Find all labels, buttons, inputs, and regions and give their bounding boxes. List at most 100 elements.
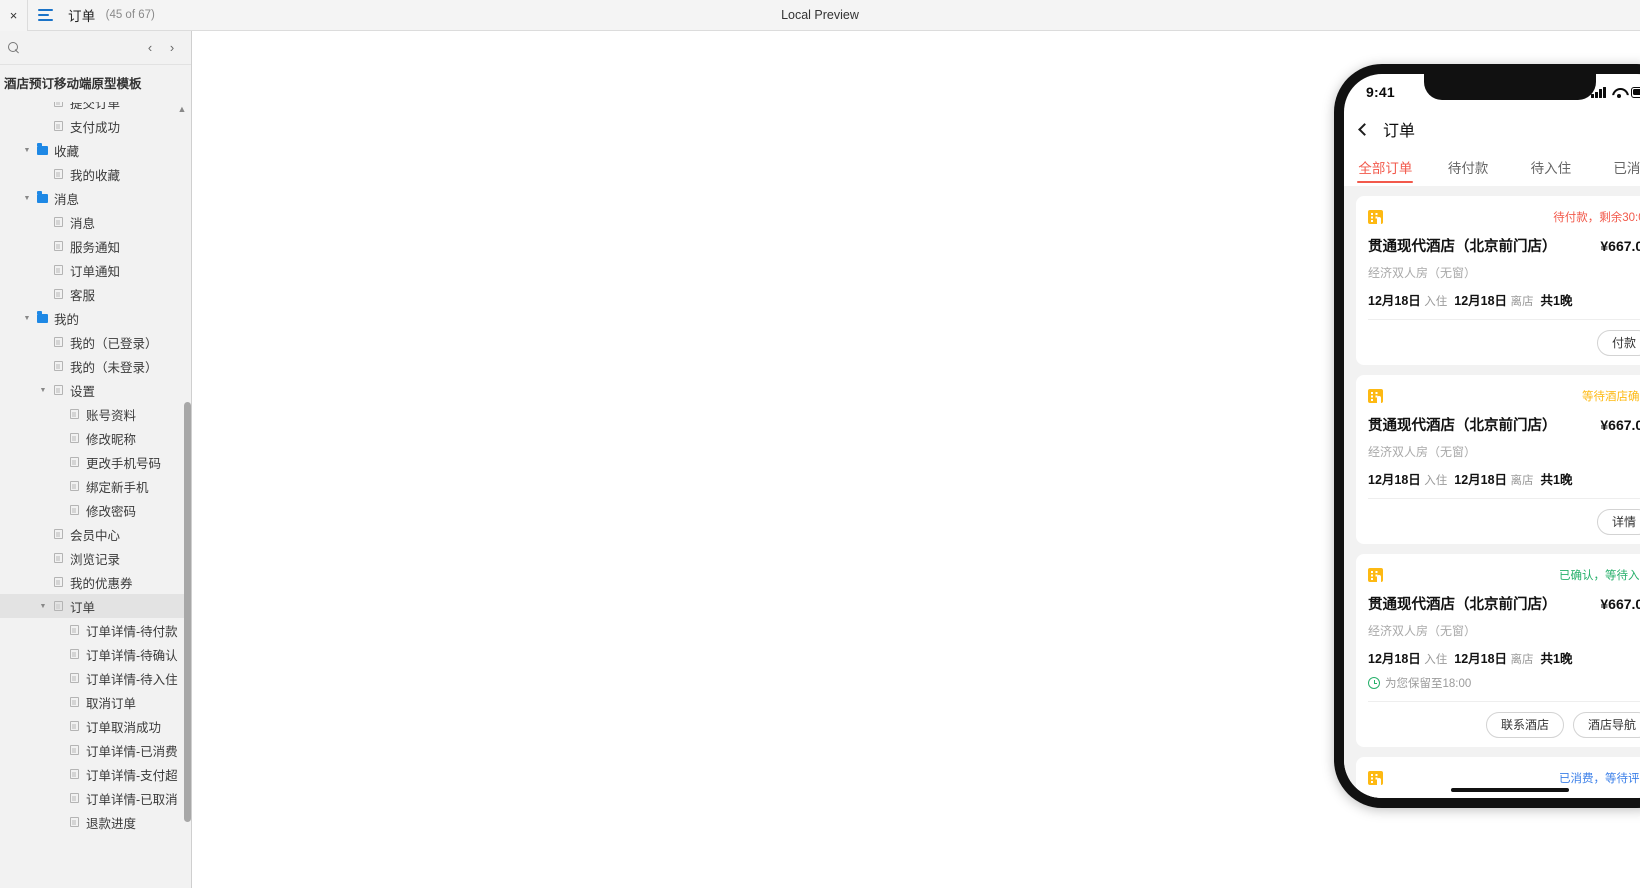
hotel-icon [1368, 389, 1383, 403]
tree-item[interactable]: 设置 [0, 378, 191, 402]
tree-item[interactable]: 更改手机号码 [0, 450, 191, 474]
order-price: ¥667.00 [1600, 417, 1640, 433]
order-tab[interactable]: 待付款 [1427, 148, 1510, 186]
stay-dates: 12月18日 入住 12月18日 离店 共1晚 [1368, 290, 1640, 309]
page-tree[interactable]: 提交订单支付成功收藏我的收藏消息消息服务通知订单通知客服我的我的（已登录）我的（… [0, 102, 191, 864]
hotel-name: 贯通现代酒店（北京前门店） [1368, 597, 1557, 613]
tree-item-label: 订单详情-已取消 [86, 792, 178, 807]
tree-item[interactable]: 订单通知 [0, 258, 191, 282]
page-icon [66, 625, 82, 635]
chevron-down-icon[interactable] [20, 147, 34, 154]
tree-item[interactable]: 订单取消成功 [0, 714, 191, 738]
checkin-date: 12月18日 [1368, 652, 1421, 666]
battery-icon [1631, 86, 1640, 98]
tree-item-label: 提交订单 [70, 102, 121, 111]
tree-item[interactable]: 我的优惠券 [0, 570, 191, 594]
tree-item-label: 取消订单 [86, 696, 137, 711]
checkout-label: 离店 [1510, 654, 1534, 666]
page-icon [66, 745, 82, 755]
phone-frame: 9:41 订单 全部订单待付款待入住已消费 待付款，剩余30:00 贯通现代酒店（… [1334, 64, 1640, 808]
order-card[interactable]: 等待酒店确认贯通现代酒店（北京前门店） ¥667.00 经济双人房（无窗） 12月18… [1356, 375, 1640, 544]
checkin-date: 12月18日 [1368, 294, 1421, 308]
tree-item[interactable]: 客服 [0, 282, 191, 306]
tree-item[interactable]: 消息 [0, 186, 191, 210]
tree-item[interactable]: 订单 [0, 594, 191, 618]
tree-item-label: 收藏 [54, 144, 80, 159]
tree-item[interactable]: 服务通知 [0, 234, 191, 258]
tree-item[interactable]: 我的（已登录） [0, 330, 191, 354]
checkout-label: 离店 [1510, 475, 1534, 487]
chevron-down-icon[interactable] [20, 195, 34, 202]
checkout-date: 12月18日 [1454, 294, 1508, 308]
tree-item[interactable]: 账号资料 [0, 402, 191, 426]
home-indicator [1450, 787, 1569, 792]
order-card[interactable]: 待付款，剩余30:00 贯通现代酒店（北京前门店） ¥667.00 经济双人房（无窗）… [1356, 196, 1640, 365]
tree-item[interactable]: 我的收藏 [0, 162, 191, 186]
sidebar-search-bar[interactable]: ‹ › [0, 31, 191, 65]
tree-item[interactable]: 会员中心 [0, 522, 191, 546]
night-count: 共1晚 [1540, 652, 1573, 666]
tree-item[interactable]: 订单详情-支付超 [0, 762, 191, 786]
tree-item[interactable]: 修改密码 [0, 498, 191, 522]
tree-item-label: 设置 [70, 384, 96, 399]
tree-item[interactable]: 消息 [0, 210, 191, 234]
order-card[interactable]: 已确认，等待入住贯通现代酒店（北京前门店） ¥667.00 经济双人房（无窗） 12月… [1356, 554, 1640, 747]
page-icon [66, 673, 82, 683]
tree-item-label: 我的收藏 [70, 168, 121, 183]
tree-item[interactable]: 退款进度 [0, 810, 191, 834]
tree-scroll-up-icon[interactable]: ▲ [177, 104, 187, 114]
tree-item[interactable]: 订单详情-待确认 [0, 642, 191, 666]
order-action-button[interactable]: 付款 [1596, 329, 1640, 356]
hotel-name: 贯通现代酒店（北京前门店） [1368, 418, 1557, 434]
checkin-date: 12月18日 [1368, 473, 1421, 487]
tree-item[interactable]: 提交订单 [0, 102, 191, 114]
order-tabs[interactable]: 全部订单待付款待入住已消费 [1344, 148, 1640, 186]
page-icon [50, 169, 66, 179]
tree-item[interactable]: 我的 [0, 306, 191, 330]
tree-item[interactable]: 订单详情-待入住 [0, 666, 191, 690]
chevron-down-icon[interactable] [20, 315, 34, 322]
sidebar: ‹ › 酒店预订移动端原型模板 提交订单支付成功收藏我的收藏消息消息服务通知订单… [0, 31, 192, 888]
tree-item[interactable]: 收藏 [0, 138, 191, 162]
order-list[interactable]: 待付款，剩余30:00 贯通现代酒店（北京前门店） ¥667.00 经济双人房（无窗）… [1344, 186, 1640, 798]
menu-toggle-icon[interactable] [28, 0, 62, 31]
order-tab[interactable]: 待入住 [1510, 148, 1593, 186]
tree-item[interactable]: 订单详情-已消费 [0, 738, 191, 762]
tree-item[interactable]: 我的（未登录） [0, 354, 191, 378]
order-action-button[interactable]: 详情 [1596, 508, 1640, 535]
order-tab[interactable]: 全部订单 [1344, 148, 1427, 186]
back-icon[interactable] [1358, 122, 1371, 136]
page-icon [66, 481, 82, 491]
page-icon [50, 385, 66, 395]
tree-item[interactable]: 绑定新手机 [0, 474, 191, 498]
tree-item[interactable]: 浏览记录 [0, 546, 191, 570]
close-icon[interactable]: × [0, 0, 28, 31]
tree-item-label: 更改手机号码 [86, 456, 162, 471]
page-counter: (45 of 67) [105, 9, 155, 21]
tree-item-label: 消息 [70, 216, 96, 231]
next-page-icon[interactable]: › [161, 37, 183, 59]
tree-item-label: 服务通知 [70, 240, 121, 255]
tree-item[interactable]: 修改昵称 [0, 426, 191, 450]
tree-item[interactable]: 支付成功 [0, 114, 191, 138]
night-count: 共1晚 [1540, 473, 1573, 487]
order-action-button[interactable]: 酒店导航 [1572, 711, 1640, 738]
search-icon [8, 42, 19, 53]
chevron-down-icon[interactable] [36, 387, 50, 394]
page-icon [50, 337, 66, 347]
tree-item[interactable]: 订单详情-待付款 [0, 618, 191, 642]
order-tab[interactable]: 已消费 [1592, 148, 1640, 186]
tree-item-label: 消息 [54, 192, 80, 207]
phone-notch [1423, 74, 1596, 100]
order-action-button[interactable]: 联系酒店 [1485, 711, 1564, 738]
prev-page-icon[interactable]: ‹ [139, 37, 161, 59]
chevron-down-icon[interactable] [36, 603, 50, 610]
status-badge: 待付款，剩余30:00 [1553, 212, 1640, 224]
checkin-label: 入住 [1424, 654, 1448, 666]
tree-scrollbar[interactable] [184, 402, 191, 822]
checkin-label: 入住 [1424, 475, 1448, 487]
tree-item[interactable]: 订单详情-已取消 [0, 786, 191, 810]
tree-item[interactable]: 取消订单 [0, 690, 191, 714]
tree-item-label: 订单详情-已消费 [86, 744, 178, 759]
tree-item-label: 我的 [54, 312, 80, 327]
